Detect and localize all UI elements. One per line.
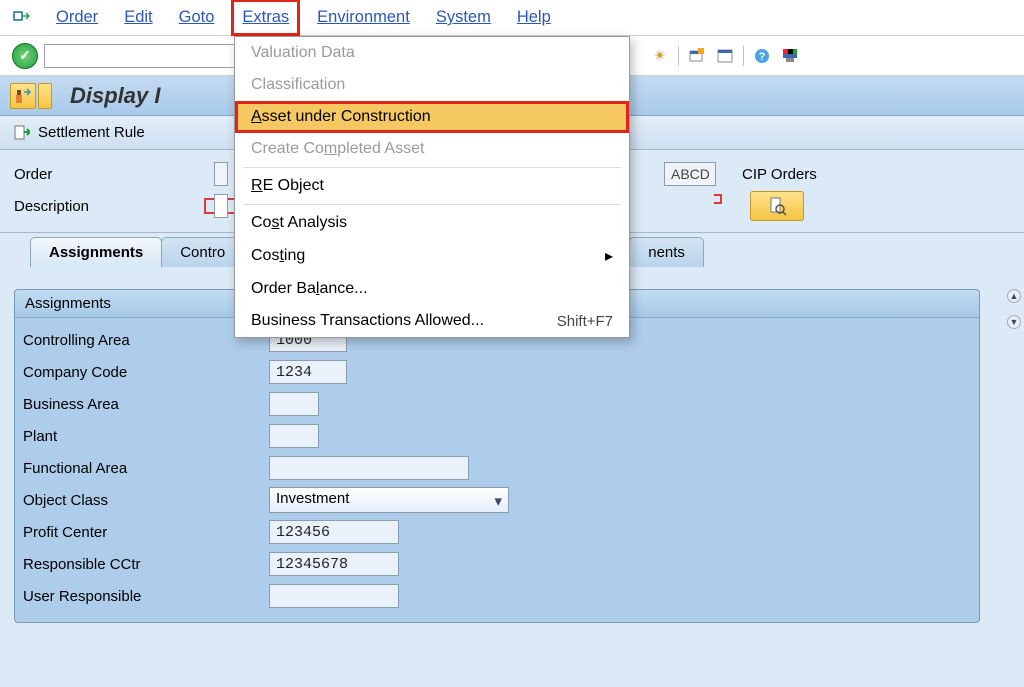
- scroll-down-icon[interactable]: ▼: [1007, 315, 1021, 329]
- order-field[interactable]: [214, 162, 228, 186]
- title-icon-dropdown[interactable]: [38, 83, 52, 109]
- field-label: Responsible CCtr: [23, 556, 269, 573]
- tab-control[interactable]: Contro: [161, 237, 244, 267]
- extras-dropdown: Valuation Data Classification Asset unde…: [234, 36, 630, 338]
- color-palette-icon[interactable]: [780, 46, 800, 66]
- cip-orders-label: CIP Orders: [742, 166, 817, 183]
- abcd-field[interactable]: [664, 162, 716, 186]
- field-input[interactable]: [269, 520, 399, 544]
- tab-nents[interactable]: nents: [629, 237, 704, 267]
- field-input[interactable]: [269, 456, 469, 480]
- field-input[interactable]: [269, 584, 399, 608]
- toolbar-separator: [678, 46, 679, 66]
- sap-app-icon[interactable]: [12, 10, 30, 26]
- menu-edit[interactable]: Edit: [124, 8, 152, 27]
- scroll-up-icon[interactable]: ▲: [1007, 289, 1021, 303]
- extras-cost-analysis[interactable]: Cost Analysis: [235, 207, 629, 239]
- extras-re-object[interactable]: RE Object: [235, 170, 629, 202]
- field-input[interactable]: [269, 424, 319, 448]
- description-field[interactable]: [214, 194, 228, 218]
- field-label: Object Class: [23, 492, 269, 509]
- menu-help[interactable]: Help: [517, 8, 551, 27]
- settlement-rule-label[interactable]: Settlement Rule: [38, 124, 145, 141]
- order-label: Order: [14, 166, 200, 183]
- extras-order-balance[interactable]: Order Balance...: [235, 273, 629, 305]
- field-label: Company Code: [23, 364, 269, 381]
- extras-costing[interactable]: Costing ▸: [235, 239, 629, 273]
- star-settings-icon[interactable]: ✴: [650, 46, 670, 66]
- menu-goto[interactable]: Goto: [179, 8, 215, 27]
- settlement-rule-icon[interactable]: [12, 124, 30, 142]
- page-title: Display I: [70, 83, 160, 109]
- menu-extras[interactable]: Extras: [240, 8, 291, 27]
- menu-order[interactable]: Order: [56, 8, 98, 27]
- menu-separator: [243, 204, 621, 205]
- field-input[interactable]: [269, 552, 399, 576]
- help-icon[interactable]: ?: [752, 46, 772, 66]
- layout-icon[interactable]: [715, 46, 735, 66]
- extras-valuation-data[interactable]: Valuation Data: [235, 37, 629, 69]
- svg-text:?: ?: [759, 51, 766, 63]
- field-label: Controlling Area: [23, 332, 269, 349]
- field-input[interactable]: [269, 360, 347, 384]
- new-session-icon[interactable]: [687, 46, 707, 66]
- object-class-select[interactable]: Investment: [269, 487, 509, 513]
- extras-asset-under-construction[interactable]: Asset under Construction: [235, 101, 629, 133]
- menu-environment[interactable]: Environment: [317, 8, 410, 27]
- field-label: User Responsible: [23, 588, 269, 605]
- keyboard-shortcut: Shift+F7: [557, 313, 613, 330]
- menu-system[interactable]: System: [436, 8, 491, 27]
- submenu-arrow-icon: ▸: [605, 246, 613, 266]
- toolbar-separator: [743, 46, 744, 66]
- field-label: Functional Area: [23, 460, 269, 477]
- field-label: Business Area: [23, 396, 269, 413]
- field-label: Plant: [23, 428, 269, 445]
- details-button[interactable]: [750, 191, 804, 221]
- description-label: Description: [14, 198, 200, 215]
- title-icon-button[interactable]: [10, 83, 36, 109]
- field-label: Profit Center: [23, 524, 269, 541]
- extras-business-transactions-allowed[interactable]: Business Transactions Allowed... Shift+F…: [235, 305, 629, 337]
- ok-button[interactable]: [12, 43, 38, 69]
- field-input[interactable]: [269, 392, 319, 416]
- extras-classification[interactable]: Classification: [235, 69, 629, 101]
- tab-assignments[interactable]: Assignments: [30, 237, 162, 267]
- extras-create-completed-asset[interactable]: Create Completed Asset: [235, 133, 629, 165]
- menu-separator: [243, 167, 621, 168]
